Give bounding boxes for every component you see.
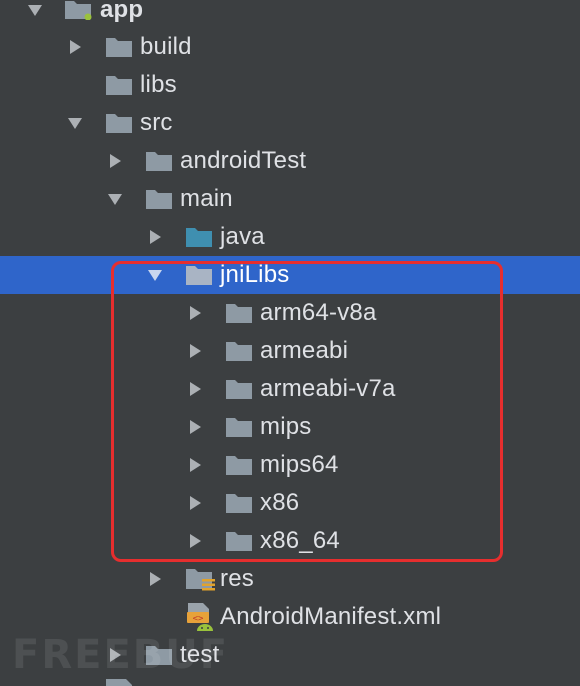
chevron-right-icon[interactable]: [187, 381, 203, 397]
tree-item-mips64[interactable]: mips64: [0, 446, 580, 484]
chevron-right-icon[interactable]: [147, 571, 163, 587]
tree-item-libs[interactable]: libs: [0, 66, 580, 104]
tree-item-x86[interactable]: x86: [0, 484, 580, 522]
chevron-right-icon[interactable]: [187, 343, 203, 359]
svg-text:<>: <>: [193, 614, 204, 624]
tree-item-label: mips64: [260, 451, 339, 478]
tree-item-label: x86: [260, 489, 300, 516]
tree-item-res[interactable]: res: [0, 560, 580, 598]
chevron-right-icon[interactable]: [67, 39, 83, 55]
folder-icon: [146, 190, 172, 209]
folder-icon: [226, 380, 252, 399]
file-icon: [106, 679, 132, 686]
tree-item-armeabi-v7a[interactable]: armeabi-v7a: [0, 370, 580, 408]
tree-item-main[interactable]: main: [0, 180, 580, 218]
folder-icon: [106, 76, 132, 95]
chevron-right-icon[interactable]: [187, 533, 203, 549]
chevron-down-icon[interactable]: [27, 2, 43, 18]
folder-icon: [226, 418, 252, 437]
tree-item-label: app: [100, 0, 144, 23]
folder-icon: [106, 38, 132, 57]
tree-item-build[interactable]: build: [0, 28, 580, 66]
chevron-down-icon[interactable]: [147, 267, 163, 283]
chevron-right-icon[interactable]: [187, 495, 203, 511]
tree-item-label: AndroidManifest.xml: [220, 603, 442, 630]
source-folder-icon: [186, 228, 212, 247]
tree-item-label: armeabi: [260, 337, 349, 364]
tree-item-label: src: [140, 109, 173, 136]
tree-item-label: java: [220, 223, 265, 250]
tree-item-app[interactable]: app: [0, 0, 580, 29]
android-manifest-icon: <>: [187, 603, 213, 631]
tree-item-label: mips: [260, 413, 312, 440]
folder-icon: [226, 494, 252, 513]
watermark: FREEBUF: [12, 632, 230, 678]
tree-item-label: jniLibs: [220, 261, 290, 288]
project-tree: app build libs src androidTest main java…: [0, 0, 580, 686]
tree-item-label: armeabi-v7a: [260, 375, 396, 402]
folder-icon: [106, 114, 132, 133]
chevron-right-icon[interactable]: [187, 457, 203, 473]
chevron-right-icon[interactable]: [187, 305, 203, 321]
chevron-down-icon[interactable]: [67, 115, 83, 131]
tree-item-androidmanifest[interactable]: <> AndroidManifest.xml: [0, 598, 580, 636]
tree-item-arm64-v8a[interactable]: arm64-v8a: [0, 294, 580, 332]
tree-item-label: androidTest: [180, 147, 307, 174]
tree-item-label: libs: [140, 71, 177, 98]
chevron-right-icon[interactable]: [107, 153, 123, 169]
tree-item-armeabi[interactable]: armeabi: [0, 332, 580, 370]
folder-icon: [226, 304, 252, 323]
tree-item-label: arm64-v8a: [260, 299, 377, 326]
tree-item-label: res: [220, 565, 254, 592]
folder-icon: [226, 532, 252, 551]
tree-item-label: x86_64: [260, 527, 340, 554]
chevron-down-icon[interactable]: [107, 191, 123, 207]
tree-item-java[interactable]: java: [0, 218, 580, 256]
tree-item-x86-64[interactable]: x86_64: [0, 522, 580, 560]
resource-folder-icon: [186, 569, 215, 591]
tree-item-mips[interactable]: mips: [0, 408, 580, 446]
tree-item-label: main: [180, 185, 233, 212]
chevron-right-icon[interactable]: [187, 419, 203, 435]
folder-icon: [186, 266, 212, 285]
tree-item-label: build: [140, 33, 192, 60]
tree-item-src[interactable]: src: [0, 104, 580, 142]
chevron-right-icon[interactable]: [147, 229, 163, 245]
module-folder-icon: [65, 1, 92, 20]
tree-item-jnilibs[interactable]: jniLibs: [0, 256, 580, 294]
folder-icon: [226, 342, 252, 361]
folder-icon: [226, 456, 252, 475]
folder-icon: [146, 152, 172, 171]
tree-item-androidtest[interactable]: androidTest: [0, 142, 580, 180]
